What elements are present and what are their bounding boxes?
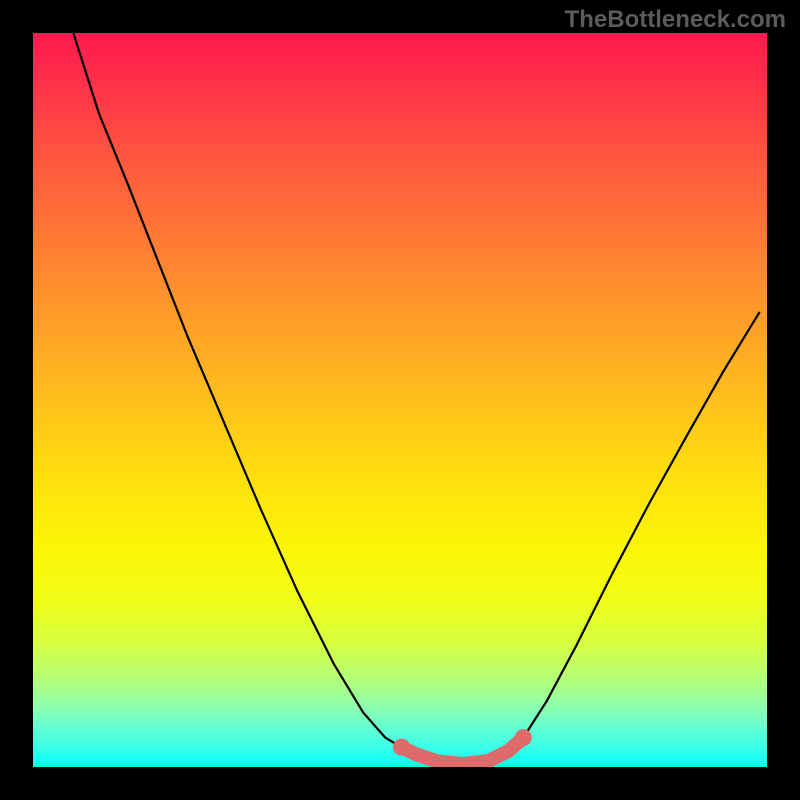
curve-line <box>73 33 759 764</box>
chart-container: TheBottleneck.com <box>0 0 800 800</box>
highlight-segment <box>393 729 532 764</box>
chart-svg <box>33 33 767 767</box>
watermark-text: TheBottleneck.com <box>565 6 786 34</box>
plot-area <box>33 33 767 767</box>
